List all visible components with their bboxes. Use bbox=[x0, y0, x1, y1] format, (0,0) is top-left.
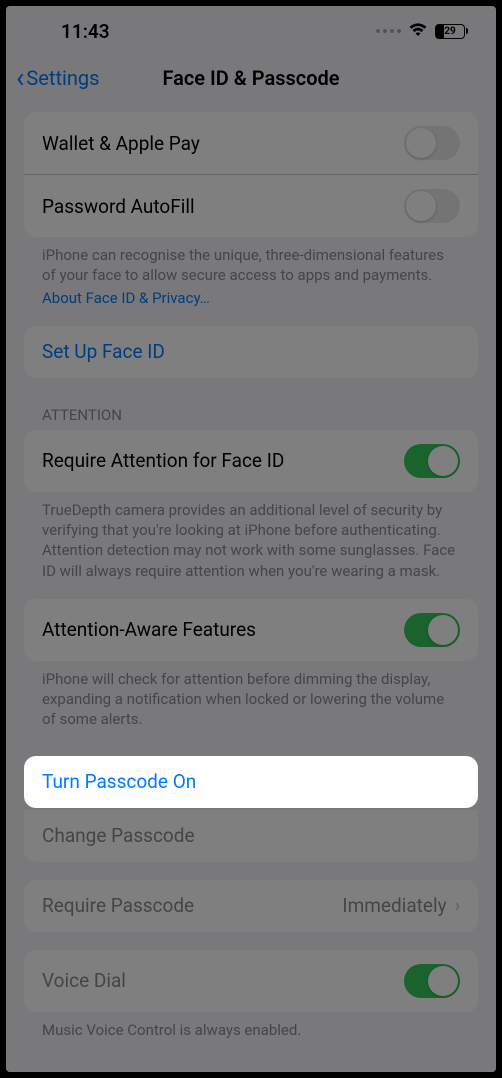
attention-aware-group: Attention-Aware Features bbox=[24, 599, 478, 661]
wallet-toggle[interactable] bbox=[404, 126, 460, 160]
require-attention-footer: TrueDepth camera provides an additional … bbox=[24, 492, 478, 581]
face-id-uses-group: Wallet & Apple Pay Password AutoFill bbox=[24, 112, 478, 237]
setup-faceid-button[interactable]: Set Up Face ID bbox=[24, 326, 478, 378]
turn-passcode-on-group: Turn Passcode On bbox=[24, 756, 478, 808]
voice-dial-label: Voice Dial bbox=[42, 969, 126, 992]
require-passcode-row[interactable]: Require Passcode Immediately › bbox=[24, 880, 478, 932]
voice-dial-toggle[interactable] bbox=[404, 964, 460, 998]
require-passcode-group: Require Passcode Immediately › bbox=[24, 880, 478, 932]
require-attention-group: Require Attention for Face ID bbox=[24, 430, 478, 492]
voice-dial-row[interactable]: Voice Dial bbox=[24, 950, 478, 1012]
password-autofill-row[interactable]: Password AutoFill bbox=[24, 174, 478, 237]
require-attention-toggle[interactable] bbox=[404, 444, 460, 478]
back-label: Settings bbox=[26, 66, 99, 90]
require-attention-row[interactable]: Require Attention for Face ID bbox=[24, 430, 478, 492]
require-passcode-label: Require Passcode bbox=[42, 894, 194, 917]
status-indicators: 29 bbox=[376, 20, 468, 43]
attention-aware-label: Attention-Aware Features bbox=[42, 618, 256, 641]
require-passcode-value: Immediately bbox=[342, 894, 446, 917]
wallet-label: Wallet & Apple Pay bbox=[42, 132, 200, 155]
voice-dial-group: Voice Dial bbox=[24, 950, 478, 1012]
change-passcode-group: Change Passcode bbox=[24, 810, 478, 862]
attention-header: Attention bbox=[24, 378, 478, 430]
cellular-dots-icon bbox=[376, 29, 401, 33]
face-id-footer: iPhone can recognise the unique, three-d… bbox=[24, 237, 478, 308]
autofill-toggle[interactable] bbox=[404, 189, 460, 223]
wallet-apple-pay-row[interactable]: Wallet & Apple Pay bbox=[24, 112, 478, 174]
navigation-bar: ‹ Settings Face ID & Passcode bbox=[6, 56, 496, 100]
wifi-icon bbox=[408, 20, 428, 43]
change-passcode-row: Change Passcode bbox=[24, 810, 478, 862]
status-bar: 11:43 29 bbox=[6, 6, 496, 56]
chevron-right-icon: › bbox=[455, 895, 460, 916]
attention-aware-toggle[interactable] bbox=[404, 613, 460, 647]
status-time: 11:43 bbox=[61, 20, 110, 43]
about-faceid-privacy-link[interactable]: About Face ID & Privacy… bbox=[42, 288, 460, 308]
require-attention-label: Require Attention for Face ID bbox=[42, 449, 284, 472]
setup-faceid-group: Set Up Face ID bbox=[24, 326, 478, 378]
turn-passcode-on-button[interactable]: Turn Passcode On bbox=[24, 756, 478, 808]
attention-aware-footer: iPhone will check for attention before d… bbox=[24, 661, 478, 730]
voice-dial-footer: Music Voice Control is always enabled. bbox=[24, 1012, 478, 1040]
battery-icon: 29 bbox=[435, 24, 468, 39]
autofill-label: Password AutoFill bbox=[42, 195, 195, 218]
attention-aware-row[interactable]: Attention-Aware Features bbox=[24, 599, 478, 661]
back-button[interactable]: ‹ Settings bbox=[16, 64, 99, 92]
chevron-left-icon: ‹ bbox=[16, 64, 24, 92]
